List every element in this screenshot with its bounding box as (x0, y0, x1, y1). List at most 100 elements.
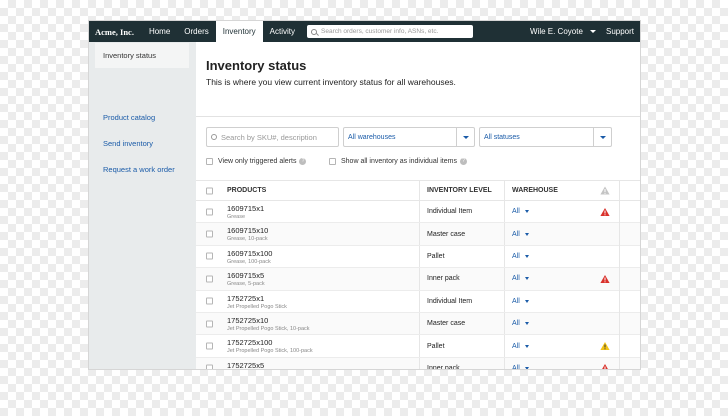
product-cell: 1609715x10 Grease, 10-pack (227, 226, 268, 243)
top-navbar: Acme, Inc. Home Orders Inventory Activit… (89, 21, 640, 42)
table-header: PRODUCTS INVENTORY LEVEL WAREHOUSE (196, 180, 640, 201)
sidebar-item-product-catalog[interactable]: Product catalog (89, 105, 175, 131)
product-cell: 1752725x5 Jet Propelled Pogo Stick, 5-pa… (227, 361, 307, 369)
table-row[interactable]: 1609715x100 Grease, 100-pack Pallet All (196, 245, 640, 269)
help-icon[interactable]: ? (299, 158, 307, 165)
search-icon (311, 28, 317, 35)
header-inventory-level[interactable]: INVENTORY LEVEL (419, 180, 505, 201)
warehouse-cell[interactable]: All (512, 223, 529, 244)
sidebar-item-inventory-status[interactable]: Inventory status (95, 43, 189, 68)
help-icon[interactable]: ? (459, 158, 467, 165)
table-row[interactable]: 1752725x5 Jet Propelled Pogo Stick, 5-pa… (196, 357, 640, 369)
sidebar-item-request-work-order[interactable]: Request a work order (89, 157, 175, 183)
chevron-down-icon (524, 254, 529, 258)
warehouse-cell[interactable]: All (512, 313, 529, 334)
product-sku: 1609715x100 (227, 248, 273, 258)
product-cell: 1609715x5 Grease, 5-pack (227, 271, 265, 288)
chevron-down-icon (524, 232, 529, 236)
triggered-alerts-label: View only triggered alerts (218, 158, 297, 165)
nav-orders[interactable]: Orders (177, 21, 215, 42)
page-subtitle: This is where you view current inventory… (206, 77, 456, 87)
user-name: Wile E. Coyote (530, 27, 583, 36)
inventory-table: PRODUCTS INVENTORY LEVEL WAREHOUSE 16097… (196, 180, 640, 369)
warehouse-select[interactable]: All warehouses (343, 127, 475, 147)
warehouse-cell[interactable]: All (512, 268, 529, 289)
individual-items-filter[interactable]: Show all inventory as individual items ? (329, 158, 467, 165)
row-checkbox[interactable] (206, 208, 213, 216)
product-sku: 1609715x10 (227, 226, 269, 236)
product-cell: 1609715x1 Grease (227, 204, 264, 221)
chevron-down-icon (524, 210, 529, 214)
global-search-input[interactable] (321, 28, 461, 35)
triggered-alerts-checkbox[interactable] (206, 158, 213, 165)
product-sku: 1609715x1 (227, 204, 265, 213)
warehouse-value: All (512, 297, 520, 305)
page-title: Inventory status (206, 58, 307, 73)
chevron-down-icon (462, 135, 469, 139)
row-checkbox[interactable] (206, 320, 213, 328)
inventory-level-cell: Pallet (419, 245, 505, 268)
product-cell: 1752725x10 Jet Propelled Pogo Stick, 10-… (227, 316, 310, 333)
warehouse-value: All (512, 230, 520, 238)
user-menu[interactable]: Wile E. Coyote (530, 21, 596, 42)
product-description: Jet Propelled Pogo Stick, 10-pack (227, 325, 310, 332)
warehouse-value: All (512, 208, 520, 216)
warehouse-cell[interactable]: All (512, 358, 529, 369)
warehouse-value: All (512, 275, 520, 283)
row-checkbox[interactable] (206, 275, 213, 283)
individual-items-checkbox[interactable] (329, 158, 336, 165)
brand-logo[interactable]: Acme, Inc. (89, 27, 142, 37)
product-cell: 1609715x100 Grease, 100-pack (227, 249, 272, 266)
chevron-down-icon (524, 277, 529, 281)
chevron-down-icon (589, 30, 596, 33)
product-description: Jet Propelled Pogo Stick (227, 303, 287, 310)
inventory-level-cell: Master case (419, 312, 505, 335)
row-checkbox[interactable] (206, 252, 213, 260)
table-row[interactable]: 1609715x5 Grease, 5-pack Inner pack All (196, 268, 640, 291)
individual-items-label: Show all inventory as individual items (341, 158, 457, 165)
global-search[interactable] (307, 25, 473, 38)
table-row[interactable]: 1752725x1 Jet Propelled Pogo Stick Indiv… (196, 290, 640, 313)
support-link[interactable]: Support (606, 21, 634, 42)
status-select[interactable]: All statuses (479, 127, 612, 147)
alert-red-icon (600, 207, 610, 216)
table-row[interactable]: 1752725x10 Jet Propelled Pogo Stick, 10-… (196, 312, 640, 336)
row-checkbox[interactable] (206, 230, 213, 238)
warehouse-cell[interactable]: All (512, 291, 529, 312)
product-description: Grease, 5-pack (227, 281, 265, 288)
warehouse-select-value: All warehouses (348, 133, 396, 141)
sku-search-placeholder: Search by SKU#, description (221, 132, 317, 142)
row-checkbox[interactable] (206, 364, 213, 369)
app-window: Acme, Inc. Home Orders Inventory Activit… (88, 20, 641, 370)
nav-activity[interactable]: Activity (263, 21, 302, 42)
table-row[interactable]: 1752725x100 Jet Propelled Pogo Stick, 10… (196, 335, 640, 358)
nav-home[interactable]: Home (142, 21, 177, 42)
select-all-checkbox[interactable] (206, 187, 213, 194)
warehouse-cell[interactable]: All (512, 246, 529, 267)
sku-search-input[interactable]: Search by SKU#, description (206, 127, 339, 147)
inventory-level-cell: Master case (419, 223, 505, 245)
row-checkbox[interactable] (206, 342, 213, 350)
warehouse-cell[interactable]: All (512, 201, 529, 222)
table-row[interactable]: 1609715x10 Grease, 10-pack Master case A… (196, 223, 640, 246)
triggered-alerts-filter[interactable]: View only triggered alerts ? (206, 158, 307, 165)
warehouse-value: All (512, 252, 520, 260)
chevron-down-icon (524, 344, 529, 348)
product-description: Grease, 100-pack (227, 258, 271, 265)
nav-inventory[interactable]: Inventory (215, 21, 263, 42)
warehouse-cell[interactable]: All (512, 335, 529, 356)
product-sku: 1752725x1 (227, 293, 265, 303)
chevron-down-icon (599, 135, 606, 139)
header-warehouse[interactable]: WAREHOUSE (512, 187, 558, 194)
sidebar-item-send-inventory[interactable]: Send inventory (89, 131, 175, 157)
alert-red-icon (600, 274, 610, 283)
status-select-value: All statuses (484, 133, 520, 141)
header-products[interactable]: PRODUCTS (227, 187, 266, 194)
alert-yellow-icon (600, 342, 610, 351)
sidebar: Inventory status Product catalog Send in… (89, 42, 196, 369)
divider (196, 116, 640, 117)
row-checkbox[interactable] (206, 297, 213, 305)
chevron-down-icon (524, 322, 529, 326)
alert-red-icon (602, 364, 608, 369)
table-row[interactable]: 1609715x1 Grease Individual Item All (196, 201, 640, 224)
